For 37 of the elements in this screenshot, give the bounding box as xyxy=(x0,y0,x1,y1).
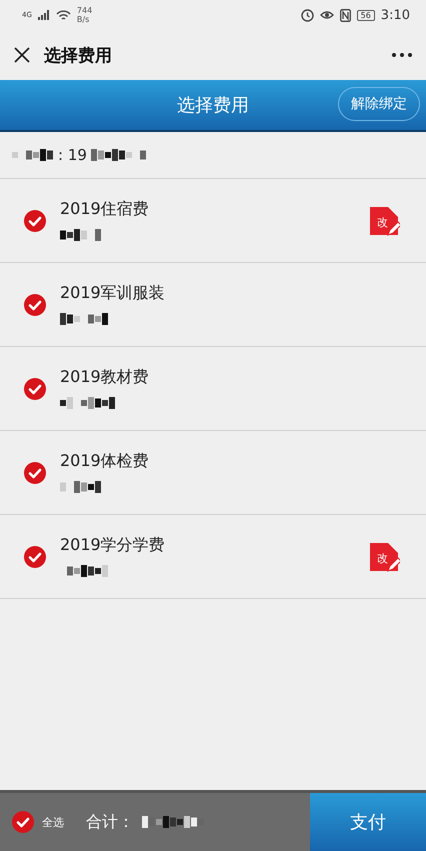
pixelated-text-drawing xyxy=(60,312,109,326)
close-icon[interactable] xyxy=(14,47,30,63)
network-speed: 744 xyxy=(76,6,92,15)
checked-circle-icon[interactable] xyxy=(24,546,46,568)
more-icon[interactable] xyxy=(392,53,412,57)
pixelated-text-drawing xyxy=(60,396,116,410)
page-title: 选择费用 xyxy=(44,44,113,66)
fee-name: 2019学分学费 xyxy=(60,535,166,556)
header-title: 选择费用 xyxy=(177,94,249,117)
pixelated-text-drawing xyxy=(90,148,147,162)
alarm-icon xyxy=(300,8,314,22)
fee-name: 2019住宿费 xyxy=(60,199,150,220)
checked-circle-icon[interactable] xyxy=(24,294,46,316)
edit-icon[interactable]: 改 xyxy=(368,204,400,236)
edit-icon[interactable]: 改 xyxy=(368,540,400,572)
checked-circle-icon[interactable] xyxy=(12,811,34,833)
nfc-icon xyxy=(340,8,351,22)
fee-name: 2019体检费 xyxy=(60,451,150,472)
speed-unit: B/s xyxy=(76,15,90,24)
fee-name: 2019教材费 xyxy=(60,367,150,388)
checked-circle-icon[interactable] xyxy=(24,462,46,484)
pixelated-text-drawing xyxy=(60,480,102,494)
signal-icon xyxy=(38,10,50,20)
total-label: 合计： xyxy=(86,812,134,832)
wifi-icon xyxy=(56,10,71,20)
eye-icon xyxy=(320,9,334,21)
battery-level: 56 xyxy=(356,10,375,20)
unbind-button[interactable]: 解除绑定 xyxy=(338,87,420,121)
pixelated-text-drawing xyxy=(12,148,54,162)
fee-name: 2019军训服装 xyxy=(60,283,166,304)
clock-time: 3:10 xyxy=(380,8,410,22)
select-all-label: 全选 xyxy=(42,814,64,830)
checked-circle-icon[interactable] xyxy=(24,378,46,400)
pixelated-text-drawing xyxy=(60,228,102,242)
pay-button[interactable]: 支付 xyxy=(310,793,426,851)
account-number: : 19 xyxy=(58,146,87,164)
checked-circle-icon[interactable] xyxy=(24,210,46,232)
